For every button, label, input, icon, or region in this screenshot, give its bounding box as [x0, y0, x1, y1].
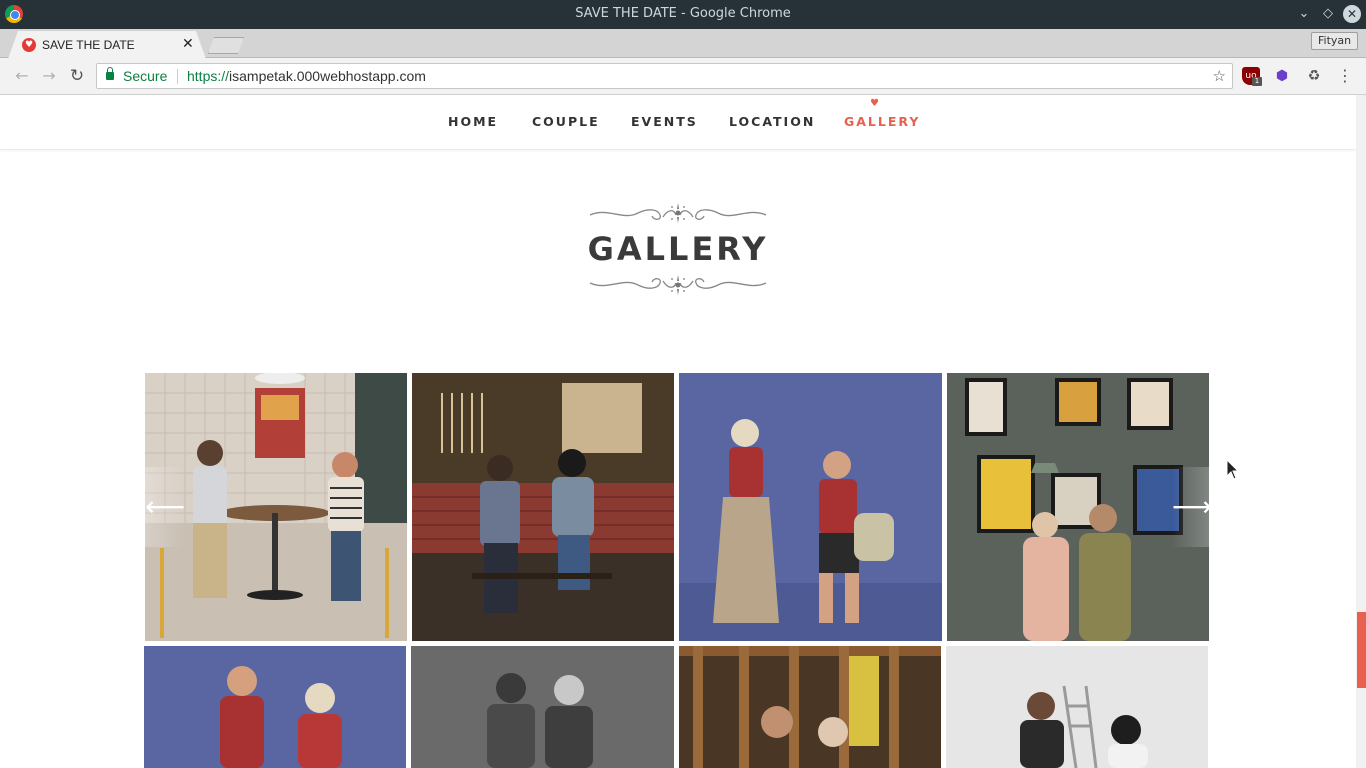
- mouse-cursor-icon: [1226, 459, 1240, 480]
- browser-toolbar: ← → ↻ Secure https://isampetak.000webhos…: [0, 58, 1366, 95]
- minimize-icon[interactable]: ⌄: [1295, 5, 1313, 23]
- secure-label: Secure: [123, 68, 168, 84]
- window-titlebar: SAVE THE DATE - Google Chrome ⌄ ◇ ✕: [0, 0, 1366, 29]
- photo-couple-poster-wall[interactable]: [947, 373, 1209, 641]
- photo-couple-batik[interactable]: [411, 646, 674, 768]
- new-tab-button[interactable]: [208, 37, 244, 54]
- ublock-badge: 1: [1252, 77, 1262, 86]
- tab-close-icon[interactable]: ✕: [182, 36, 194, 52]
- photo-couple-red-shirts[interactable]: [144, 646, 406, 768]
- tab-save-the-date[interactable]: ♥ SAVE THE DATE ✕: [8, 31, 206, 59]
- web-page: HOME COUPLE EVENTS LOCATION ♥ GALLERY GA…: [0, 95, 1356, 768]
- tab-strip: ♥ SAVE THE DATE ✕ Fityan: [0, 29, 1366, 59]
- url-scheme: https://: [187, 68, 230, 84]
- nav-location-link[interactable]: LOCATION: [729, 114, 815, 129]
- flourish-top-ornament: [589, 203, 767, 223]
- lock-icon: [106, 67, 114, 80]
- nav-gallery-link[interactable]: GALLERY: [844, 114, 920, 129]
- page-scrollbar[interactable]: [1356, 95, 1366, 768]
- arrow-left-icon[interactable]: ⟵: [145, 467, 185, 547]
- scrollbar-thumb[interactable]: [1357, 612, 1366, 688]
- nav-events-link[interactable]: EVENTS: [631, 114, 698, 129]
- nav-home-link[interactable]: HOME: [448, 114, 498, 129]
- flourish-bottom-ornament: [589, 275, 767, 295]
- photo-couple-wooden-bars[interactable]: [679, 646, 941, 768]
- close-window-icon[interactable]: ✕: [1343, 5, 1361, 23]
- tab-title: SAVE THE DATE: [42, 38, 135, 52]
- photo-couple-blue-backdrop[interactable]: [679, 373, 942, 641]
- reload-icon[interactable]: ↻: [67, 66, 87, 86]
- omnibox-separator: [177, 69, 178, 84]
- photo-couple-white-studio[interactable]: [946, 646, 1208, 768]
- back-arrow-icon[interactable]: ←: [12, 66, 32, 86]
- site-navigation: HOME COUPLE EVENTS LOCATION ♥ GALLERY: [0, 95, 1356, 150]
- maximize-icon[interactable]: ◇: [1319, 5, 1337, 23]
- chrome-menu-icon[interactable]: ⋮: [1336, 67, 1354, 85]
- url-text[interactable]: https://isampetak.000webhostapp.com: [187, 68, 426, 84]
- address-bar[interactable]: Secure https://isampetak.000webhostapp.c…: [96, 63, 1233, 89]
- ublock-extension-icon[interactable]: uo 1: [1242, 67, 1262, 86]
- profile-button[interactable]: Fityan: [1311, 32, 1359, 50]
- bookmark-star-icon[interactable]: ☆: [1213, 67, 1226, 85]
- cube-extension-icon[interactable]: ⬢: [1273, 67, 1291, 85]
- arrow-right-icon[interactable]: ⟶: [1172, 467, 1212, 547]
- photo-couple-brick-wall[interactable]: [412, 373, 674, 641]
- url-host: isampetak.000webhostapp.com: [229, 68, 426, 84]
- recycle-extension-icon[interactable]: ♻: [1305, 67, 1323, 85]
- gallery-heading: GALLERY: [587, 230, 769, 268]
- nav-couple-link[interactable]: COUPLE: [532, 114, 600, 129]
- heart-favicon-icon: ♥: [22, 38, 36, 52]
- active-heart-icon: ♥: [870, 98, 879, 109]
- window-title: SAVE THE DATE - Google Chrome: [575, 6, 791, 21]
- forward-arrow-icon[interactable]: →: [39, 66, 59, 86]
